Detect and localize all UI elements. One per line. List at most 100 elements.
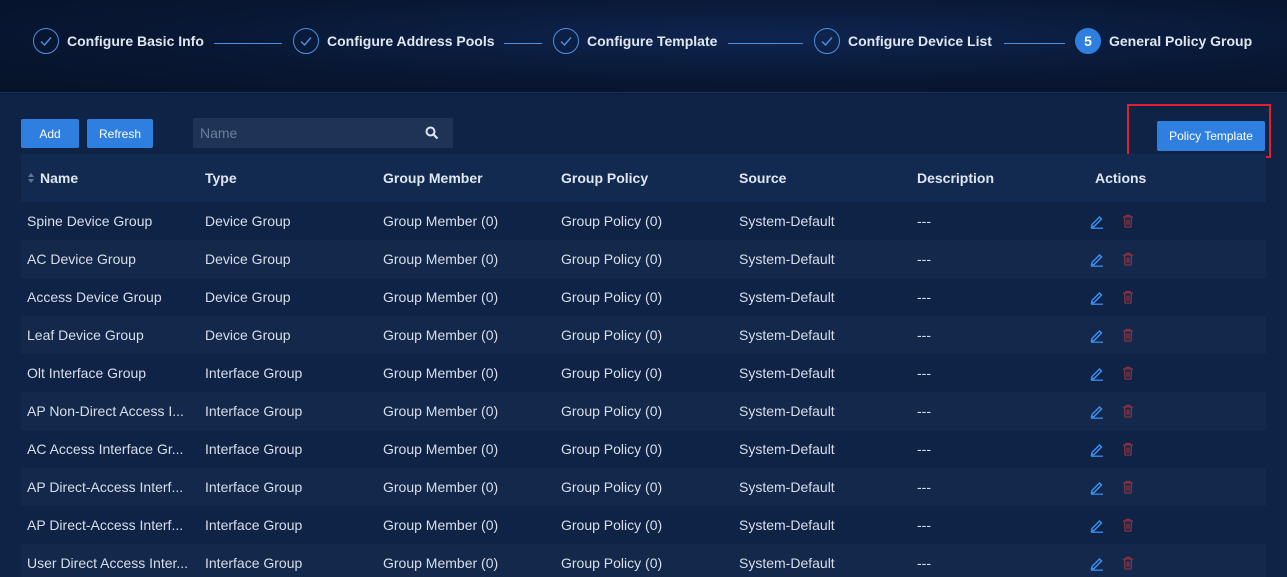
cell-member[interactable]: Group Member (0) bbox=[377, 327, 555, 343]
cell-description: --- bbox=[917, 555, 931, 571]
delete-icon[interactable] bbox=[1120, 289, 1136, 305]
column-header-group-policy: Group Policy bbox=[561, 170, 649, 186]
cell-name: Leaf Device Group bbox=[27, 327, 144, 343]
cell-name: Spine Device Group bbox=[27, 213, 153, 229]
refresh-button[interactable]: Refresh bbox=[87, 119, 153, 148]
delete-icon[interactable] bbox=[1120, 479, 1136, 495]
cell-member[interactable]: Group Member (0) bbox=[377, 517, 555, 533]
cell-name: AP Direct-Access Interf... bbox=[27, 479, 184, 495]
policy-template-button[interactable]: Policy Template bbox=[1157, 121, 1265, 151]
cell-source: System-Default bbox=[739, 365, 835, 381]
cell-type: Interface Group bbox=[205, 403, 303, 419]
check-icon bbox=[553, 27, 579, 54]
check-icon bbox=[33, 27, 59, 54]
cell-policy[interactable]: Group Policy (0) bbox=[555, 403, 733, 419]
cell-type: Interface Group bbox=[205, 365, 303, 381]
column-header-group-member: Group Member bbox=[383, 170, 483, 186]
step-template[interactable]: Configure Template bbox=[553, 27, 717, 54]
table-row[interactable]: AC Access Interface Gr... Interface Group… bbox=[21, 430, 1266, 468]
delete-icon[interactable] bbox=[1120, 403, 1136, 419]
search-input[interactable] bbox=[193, 118, 423, 148]
step-connector bbox=[214, 43, 282, 44]
row-actions bbox=[1089, 365, 1266, 381]
step-address-pools[interactable]: Configure Address Pools bbox=[293, 27, 495, 54]
cell-member[interactable]: Group Member (0) bbox=[377, 479, 555, 495]
cell-policy[interactable]: Group Policy (0) bbox=[555, 365, 733, 381]
cell-type: Interface Group bbox=[205, 555, 303, 571]
table-row[interactable]: Olt Interface Group Interface Group Group … bbox=[21, 354, 1266, 392]
edit-icon[interactable] bbox=[1089, 517, 1105, 533]
table-row[interactable]: AP Direct-Access Interf... Interface Grou… bbox=[21, 468, 1266, 506]
delete-icon[interactable] bbox=[1120, 327, 1136, 343]
cell-type: Device Group bbox=[205, 251, 291, 267]
cell-policy[interactable]: Group Policy (0) bbox=[555, 289, 733, 305]
search-box bbox=[193, 118, 453, 148]
table-row[interactable]: Spine Device Group Device Group Group Memb… bbox=[21, 202, 1266, 240]
delete-icon[interactable] bbox=[1120, 555, 1136, 571]
edit-icon[interactable] bbox=[1089, 213, 1105, 229]
step-basic-info[interactable]: Configure Basic Info bbox=[33, 27, 204, 54]
table-row[interactable]: Leaf Device Group Device Group Group Membe… bbox=[21, 316, 1266, 354]
edit-icon[interactable] bbox=[1089, 441, 1105, 457]
cell-member[interactable]: Group Member (0) bbox=[377, 289, 555, 305]
table-row[interactable]: AP Direct-Access Interf... Interface Grou… bbox=[21, 506, 1266, 544]
cell-policy[interactable]: Group Policy (0) bbox=[555, 251, 733, 267]
cell-source: System-Default bbox=[739, 403, 835, 419]
cell-type: Interface Group bbox=[205, 517, 303, 533]
edit-icon[interactable] bbox=[1089, 479, 1105, 495]
table-row[interactable]: AP Non-Direct Access I... Interface Group… bbox=[21, 392, 1266, 430]
cell-policy[interactable]: Group Policy (0) bbox=[555, 555, 733, 571]
table-row[interactable]: Access Device Group Device Group Group Mem… bbox=[21, 278, 1266, 316]
cell-policy[interactable]: Group Policy (0) bbox=[555, 213, 733, 229]
cell-source: System-Default bbox=[739, 213, 835, 229]
cell-member[interactable]: Group Member (0) bbox=[377, 441, 555, 457]
cell-member[interactable]: Group Member (0) bbox=[377, 555, 555, 571]
cell-name: AP Direct-Access Interf... bbox=[27, 517, 184, 533]
check-icon bbox=[814, 27, 840, 54]
wizard-stepper: Configure Basic Info Configure Address P… bbox=[0, 0, 1287, 93]
step-connector bbox=[728, 43, 803, 44]
column-header-name[interactable]: Name bbox=[21, 170, 199, 186]
row-actions bbox=[1089, 479, 1266, 495]
cell-policy[interactable]: Group Policy (0) bbox=[555, 327, 733, 343]
search-icon[interactable] bbox=[425, 126, 439, 140]
row-actions bbox=[1089, 289, 1266, 305]
cell-type: Device Group bbox=[205, 327, 291, 343]
cell-name: AP Non-Direct Access I... bbox=[27, 403, 184, 419]
cell-member[interactable]: Group Member (0) bbox=[377, 251, 555, 267]
step-device-list[interactable]: Configure Device List bbox=[814, 27, 992, 54]
header-label: Name bbox=[40, 170, 79, 186]
edit-icon[interactable] bbox=[1089, 251, 1105, 267]
delete-icon[interactable] bbox=[1120, 213, 1136, 229]
step-general-policy-group[interactable]: 5 General Policy Group bbox=[1075, 27, 1252, 54]
cell-type: Device Group bbox=[205, 289, 291, 305]
cell-source: System-Default bbox=[739, 479, 835, 495]
cell-member[interactable]: Group Member (0) bbox=[377, 213, 555, 229]
sort-icon[interactable] bbox=[27, 172, 35, 184]
row-actions bbox=[1089, 403, 1266, 419]
edit-icon[interactable] bbox=[1089, 365, 1105, 381]
delete-icon[interactable] bbox=[1120, 251, 1136, 267]
cell-member[interactable]: Group Member (0) bbox=[377, 403, 555, 419]
edit-icon[interactable] bbox=[1089, 403, 1105, 419]
cell-name: User Direct Access Inter... bbox=[27, 555, 189, 571]
table-row[interactable]: AC Device Group Device Group Group Member … bbox=[21, 240, 1266, 278]
delete-icon[interactable] bbox=[1120, 365, 1136, 381]
cell-member[interactable]: Group Member (0) bbox=[377, 365, 555, 381]
add-button[interactable]: Add bbox=[21, 119, 79, 148]
edit-icon[interactable] bbox=[1089, 327, 1105, 343]
delete-icon[interactable] bbox=[1120, 517, 1136, 533]
table-row[interactable]: User Direct Access Inter... Interface Gro… bbox=[21, 544, 1266, 577]
cell-policy[interactable]: Group Policy (0) bbox=[555, 479, 733, 495]
cell-description: --- bbox=[917, 213, 931, 229]
cell-source: System-Default bbox=[739, 327, 835, 343]
cell-policy[interactable]: Group Policy (0) bbox=[555, 441, 733, 457]
edit-icon[interactable] bbox=[1089, 555, 1105, 571]
edit-icon[interactable] bbox=[1089, 289, 1105, 305]
step-label: General Policy Group bbox=[1109, 32, 1253, 49]
row-actions bbox=[1089, 517, 1266, 533]
column-header-description: Description bbox=[917, 170, 995, 186]
cell-description: --- bbox=[917, 517, 931, 533]
delete-icon[interactable] bbox=[1120, 441, 1136, 457]
cell-policy[interactable]: Group Policy (0) bbox=[555, 517, 733, 533]
